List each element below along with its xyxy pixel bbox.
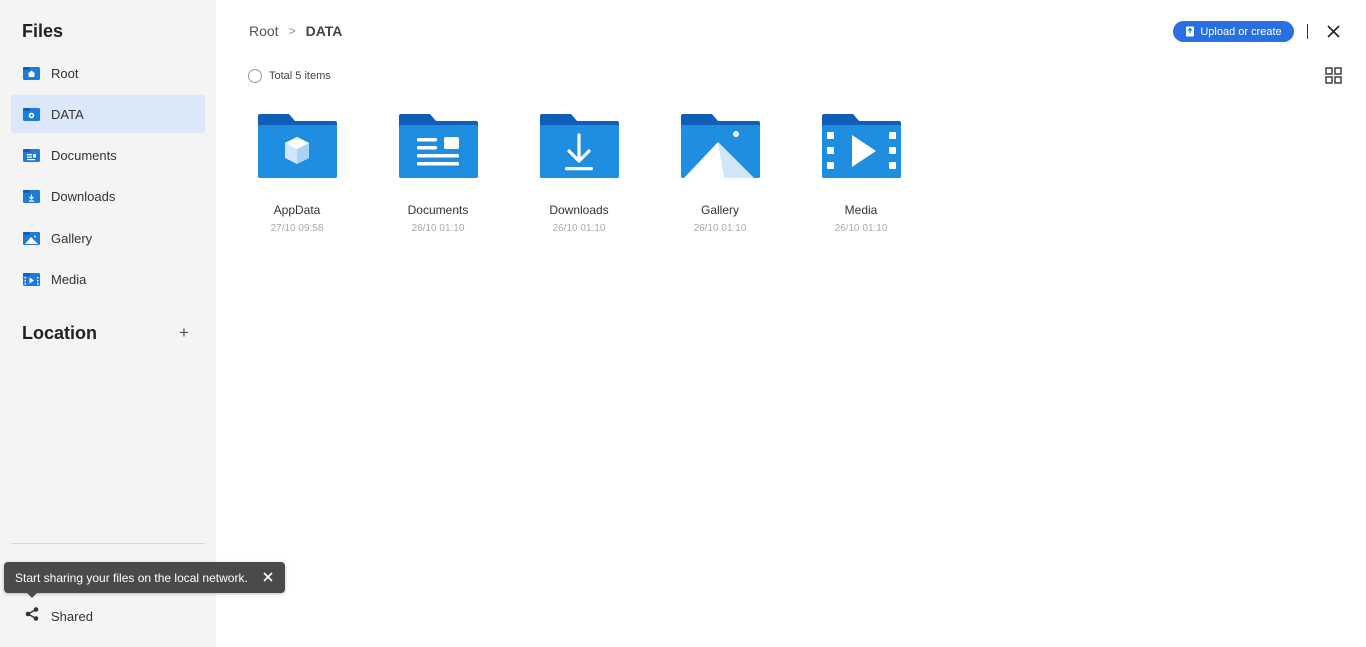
sidebar-title: Files (22, 21, 64, 41)
folder-gallery[interactable]: Gallery 26/10 01:10 (665, 113, 775, 234)
sidebar: Files Root DATA Documents Downloads Gall… (0, 0, 216, 647)
documents-icon (23, 148, 40, 163)
appdata-folder-icon (258, 114, 337, 178)
folder-date: 26/10 01:10 (834, 223, 888, 234)
close-button[interactable] (1326, 24, 1341, 39)
folder-date: 26/10 01:10 (411, 223, 465, 234)
sidebar-item-label: Media (51, 271, 87, 287)
folder-date: 26/10 01:10 (693, 223, 747, 234)
gallery-folder-icon (681, 114, 760, 178)
sidebar-item-shared[interactable]: Shared (24, 606, 93, 627)
media-folder-icon (822, 114, 901, 178)
sidebar-nav: Root DATA Documents Downloads Gallery Me… (11, 54, 205, 302)
total-items: Total 5 items (269, 70, 331, 82)
breadcrumb-separator: > (288, 24, 296, 38)
downloads-icon (23, 189, 40, 204)
folder-appdata[interactable]: AppData 27/10 09:58 (242, 113, 352, 234)
header-divider (1307, 24, 1308, 39)
folder-date: 27/10 09:58 (270, 223, 324, 234)
folder-name: Documents (407, 203, 469, 217)
share-icon (24, 606, 40, 627)
data-icon (23, 107, 40, 122)
sidebar-item-label: Documents (51, 148, 117, 164)
folder-date: 26/10 01:10 (552, 223, 606, 234)
breadcrumb: Root > DATA (249, 23, 342, 39)
home-icon (23, 66, 40, 81)
close-icon (1327, 25, 1340, 38)
gallery-icon (23, 231, 40, 246)
upload-or-create-button[interactable]: Upload or create (1173, 21, 1294, 42)
downloads-folder-icon (540, 114, 619, 178)
upload-label: Upload or create (1200, 25, 1282, 38)
sidebar-item-label: Root (51, 65, 79, 81)
sidebar-item-label: Gallery (51, 230, 93, 246)
add-location-button[interactable]: + (176, 324, 192, 342)
breadcrumb-root[interactable]: Root (249, 23, 279, 39)
grid-view-icon (1325, 67, 1342, 84)
files-app: Files Root DATA Documents Downloads Gall… (0, 0, 1366, 647)
sidebar-item-gallery[interactable]: Gallery (11, 219, 205, 257)
sidebar-item-data[interactable]: DATA (11, 95, 205, 134)
folder-name: Downloads (549, 203, 609, 217)
folder-name: Media (844, 203, 878, 217)
media-icon (23, 272, 40, 287)
sidebar-item-media[interactable]: Media (11, 260, 205, 298)
sidebar-item-label: DATA (51, 106, 84, 122)
folder-downloads[interactable]: Downloads 26/10 01:10 (524, 113, 634, 234)
shared-label: Shared (51, 609, 93, 624)
sidebar-item-root[interactable]: Root (11, 54, 205, 92)
sidebar-item-label: Downloads (51, 189, 116, 205)
breadcrumb-current: DATA (305, 23, 343, 39)
tooltip-text: Start sharing your files on the local ne… (15, 570, 248, 585)
sidebar-divider (11, 543, 205, 544)
sharing-tooltip: Start sharing your files on the local ne… (4, 562, 285, 598)
close-icon[interactable] (261, 570, 275, 584)
location-title: Location (22, 323, 97, 343)
folder-name: Gallery (700, 203, 739, 217)
sidebar-item-downloads[interactable]: Downloads (11, 178, 205, 216)
upload-icon (1186, 26, 1195, 37)
folder-media[interactable]: Media 26/10 01:10 (806, 113, 916, 234)
grid-view-toggle[interactable] (1325, 67, 1342, 84)
select-all-checkbox[interactable] (248, 69, 262, 83)
folder-documents[interactable]: Documents 26/10 01:10 (383, 113, 493, 234)
sidebar-item-documents[interactable]: Documents (11, 137, 205, 175)
documents-folder-icon (399, 114, 478, 178)
folder-name: AppData (273, 203, 321, 217)
